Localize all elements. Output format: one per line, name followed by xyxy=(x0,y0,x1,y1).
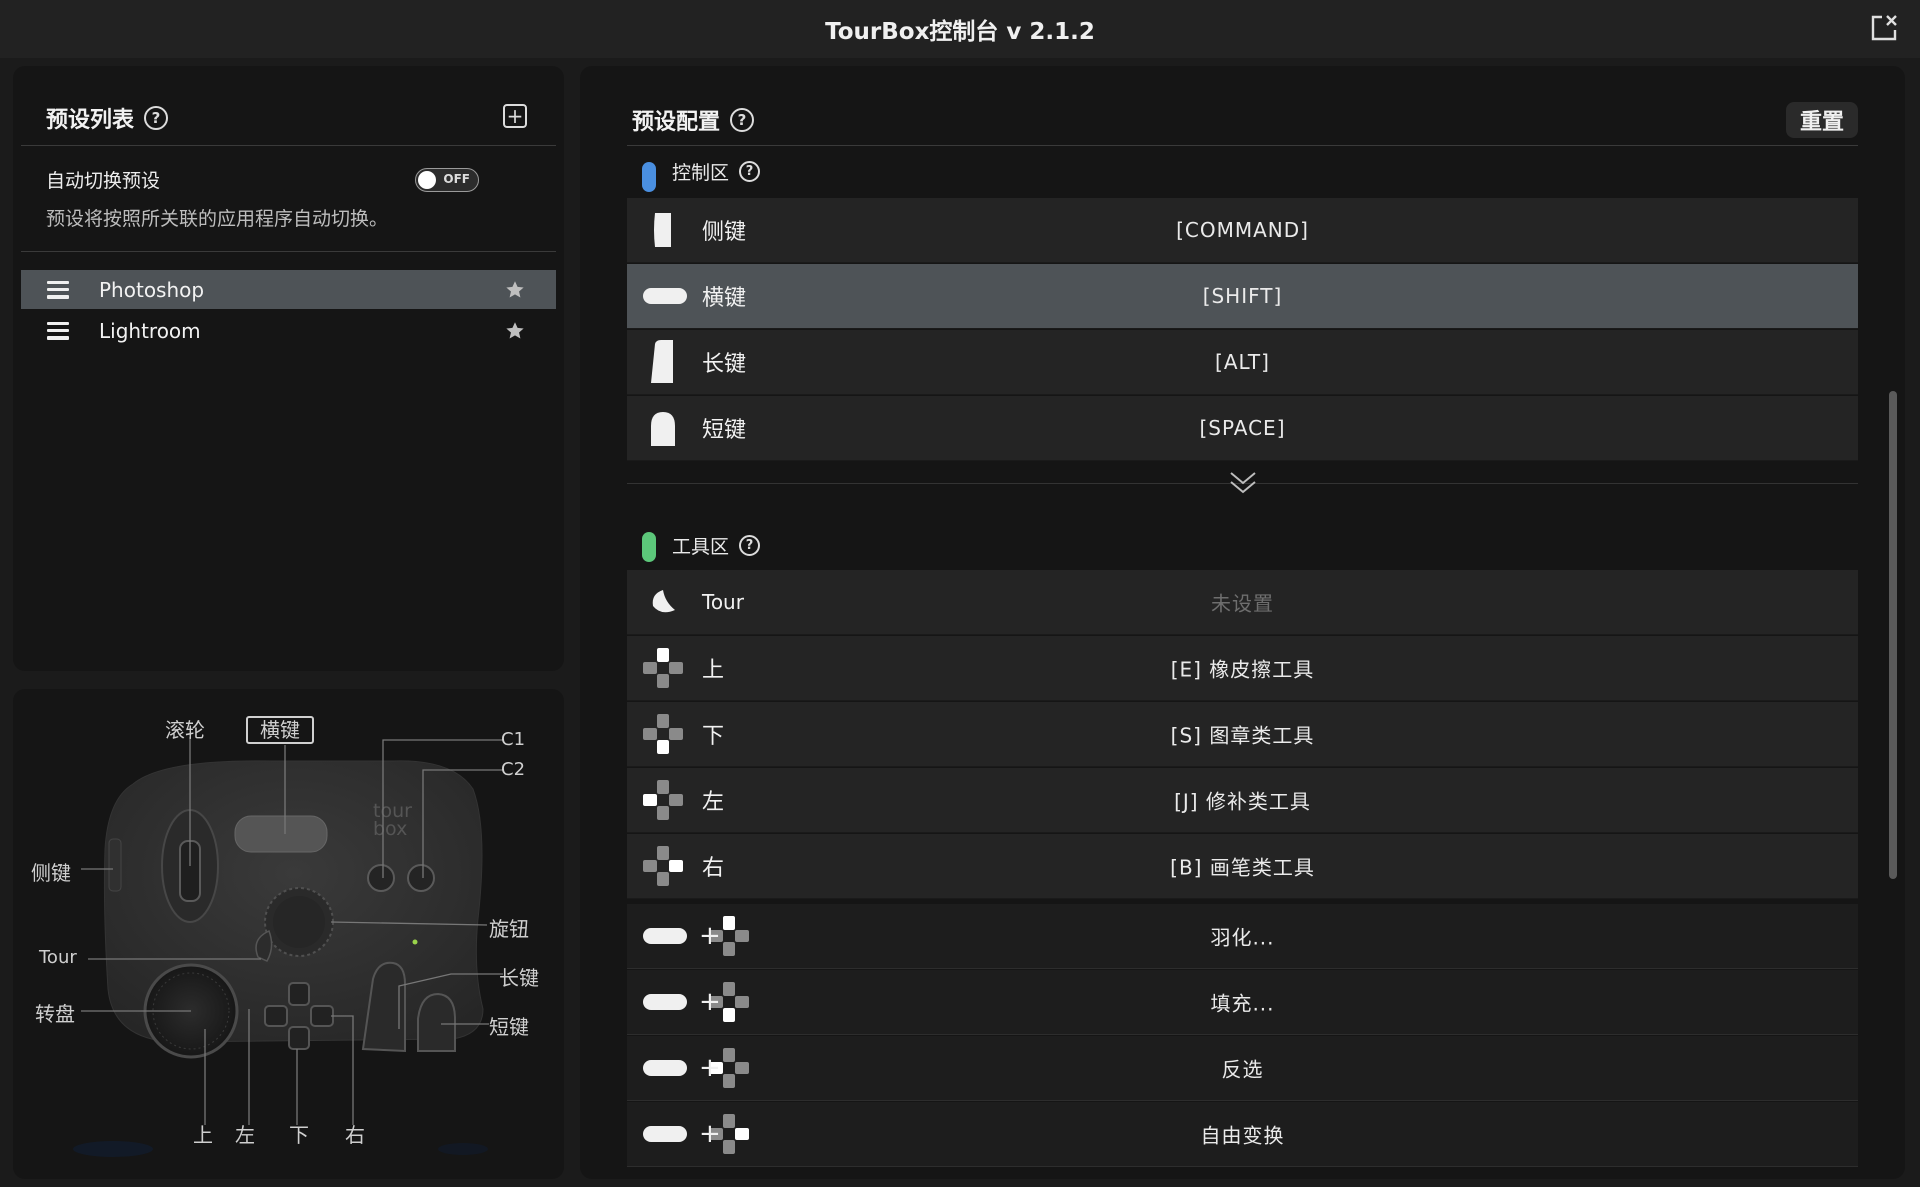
auto-switch-toggle[interactable]: OFF xyxy=(415,168,479,192)
label-c1: C1 xyxy=(501,729,526,750)
tool-section-header: 工具区 ? xyxy=(672,532,761,559)
mapping-row-long-key[interactable]: 长键 [ALT] xyxy=(627,330,1858,395)
preset-list-panel: 预设列表 ? + 自动切换预设 OFF 预设将按照所关联的应用程序自动切换。 P… xyxy=(13,66,564,671)
label-knob: 旋钮 xyxy=(489,917,529,941)
label-tall-key[interactable]: 横键 xyxy=(246,716,314,744)
tourbox-device-illustration: tour box xyxy=(73,737,503,1157)
label-dpad-right: 右 xyxy=(345,1123,365,1147)
row-value: 未设置 xyxy=(1211,591,1274,616)
row-value: 反选 xyxy=(1221,1057,1264,1082)
mapping-row-side-key[interactable]: 侧键 [COMMAND] xyxy=(627,198,1858,263)
label-dpad-down: 下 xyxy=(289,1123,309,1147)
divider xyxy=(21,251,556,252)
tool-section-title: 工具区 xyxy=(672,536,730,558)
help-icon[interactable]: ? xyxy=(739,161,761,182)
label-dpad-up: 上 xyxy=(193,1123,213,1147)
label-dpad-left: 左 xyxy=(235,1123,255,1147)
drag-handle-icon[interactable] xyxy=(47,280,69,299)
mapping-row-dpad-down[interactable]: 下 [S] 图章类工具 xyxy=(627,702,1858,767)
combo-row-tall-left[interactable]: + 反选 xyxy=(627,1036,1858,1101)
help-icon[interactable]: ? xyxy=(739,535,761,556)
preset-config-header: 预设配置 ? xyxy=(632,104,755,136)
control-section-title: 控制区 xyxy=(672,162,730,184)
mapping-row-dpad-left[interactable]: 左 [J] 修补类工具 xyxy=(627,768,1858,833)
row-value: [COMMAND] xyxy=(1176,218,1309,242)
device-map-panel: tour box 滚轮 横键 C1 C2 侧键 旋钮 Tour 长键 转盘 短键… xyxy=(13,689,564,1179)
mapping-row-dpad-up[interactable]: 上 [E] 橡皮擦工具 xyxy=(627,636,1858,701)
row-value: 填充... xyxy=(1210,991,1275,1016)
label-dial: 转盘 xyxy=(35,1002,75,1026)
favorite-star-icon[interactable] xyxy=(504,320,526,342)
label-short-key: 短键 xyxy=(489,1015,529,1039)
mapping-row-tour[interactable]: Tour 未设置 xyxy=(627,570,1858,635)
row-value: [SPACE] xyxy=(1199,416,1286,440)
label-tour: Tour xyxy=(39,947,77,968)
label-side-key: 侧键 xyxy=(31,861,71,885)
drag-handle-icon[interactable] xyxy=(47,321,69,340)
app-title: TourBox控制台 v 2.1.2 xyxy=(825,19,1095,45)
control-section-indicator xyxy=(642,162,656,192)
control-section-header: 控制区 ? xyxy=(672,158,761,185)
divider xyxy=(21,145,556,146)
row-value: [E] 橡皮擦工具 xyxy=(1170,657,1315,682)
row-value: [B] 画笔类工具 xyxy=(1170,855,1315,880)
combo-row-tall-up[interactable]: + 羽化... xyxy=(627,904,1858,969)
preset-name: Photoshop xyxy=(99,277,205,302)
mapping-row-dpad-right[interactable]: 右 [B] 画笔类工具 xyxy=(627,834,1858,899)
reset-button[interactable]: 重置 xyxy=(1786,102,1858,138)
preset-config-title: 预设配置 xyxy=(632,110,721,135)
preset-list-title: 预设列表 xyxy=(46,108,135,133)
add-preset-button[interactable]: + xyxy=(503,104,527,128)
title-bar: TourBox控制台 v 2.1.2 xyxy=(0,0,1920,58)
favorite-star-icon[interactable] xyxy=(504,279,526,301)
preset-item-lightroom[interactable]: Lightroom xyxy=(21,311,556,350)
row-value: [S] 图章类工具 xyxy=(1170,723,1315,748)
row-value: [J] 修补类工具 xyxy=(1174,789,1311,814)
tool-section-indicator xyxy=(642,532,656,562)
label-scroll-wheel: 滚轮 xyxy=(165,718,205,742)
row-value: 自由变换 xyxy=(1200,1123,1285,1148)
preset-item-photoshop[interactable]: Photoshop xyxy=(21,270,556,309)
preset-list-header: 预设列表 ? xyxy=(46,102,169,134)
preset-name: Lightroom xyxy=(99,318,201,343)
mapping-row-short-key[interactable]: 短键 [SPACE] xyxy=(627,396,1858,461)
expand-chevron-icon[interactable] xyxy=(1228,470,1258,496)
row-value: [ALT] xyxy=(1215,350,1270,374)
popout-window-icon[interactable] xyxy=(1868,12,1900,44)
combo-row-tall-down[interactable]: + 填充... xyxy=(627,970,1858,1035)
mapping-row-tall-key[interactable]: 横键 [SHIFT] xyxy=(627,264,1858,329)
toggle-state-label: OFF xyxy=(443,172,470,186)
label-long-key: 长键 xyxy=(499,966,539,990)
help-icon[interactable]: ? xyxy=(730,108,755,132)
label-c2: C2 xyxy=(501,759,526,780)
row-value: [SHIFT] xyxy=(1202,284,1283,308)
toggle-knob xyxy=(418,171,436,189)
combo-row-tall-right[interactable]: + 自由变换 xyxy=(627,1102,1858,1167)
preset-config-panel: 预设配置 ? 重置 控制区 ? 侧键 [COMMAND] 横键 [SHIFT] … xyxy=(580,66,1905,1179)
auto-switch-label: 自动切换预设 xyxy=(46,170,161,192)
help-icon[interactable]: ? xyxy=(144,106,169,130)
row-value: 羽化... xyxy=(1210,925,1275,950)
config-scrollbar[interactable] xyxy=(1889,391,1897,879)
svg-text:box: box xyxy=(373,818,407,840)
divider xyxy=(627,145,1858,146)
auto-switch-description: 预设将按照所关联的应用程序自动切换。 xyxy=(46,208,389,230)
